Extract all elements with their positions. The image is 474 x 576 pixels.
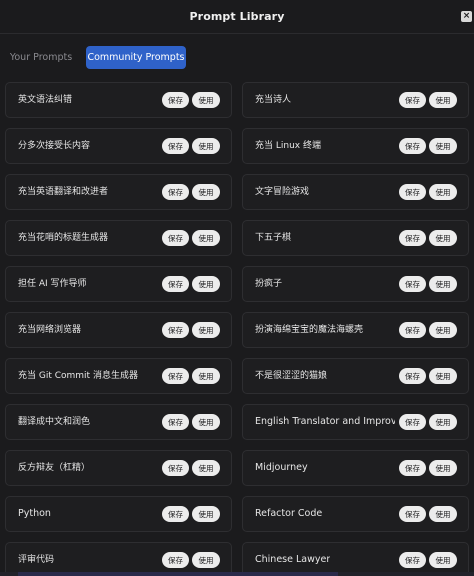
prompt-card[interactable]: Midjourney 保存 使用 xyxy=(242,450,469,486)
prompt-title: 下五子棋 xyxy=(255,233,292,243)
use-button[interactable]: 使用 xyxy=(192,276,220,292)
prompt-title: 扮演海绵宝宝的魔法海螺壳 xyxy=(255,325,364,335)
use-button[interactable]: 使用 xyxy=(429,230,457,246)
prompt-title: 担任 AI 写作导师 xyxy=(18,279,87,289)
prompt-card[interactable]: Chinese Lawyer 保存 使用 xyxy=(242,542,469,576)
save-button[interactable]: 保存 xyxy=(399,184,426,200)
use-button[interactable]: 使用 xyxy=(192,460,220,476)
prompt-card[interactable]: 担任 AI 写作导师 保存 使用 xyxy=(5,266,232,302)
save-button[interactable]: 保存 xyxy=(162,506,189,522)
prompt-title: 充当 Linux 终端 xyxy=(255,141,321,151)
save-button[interactable]: 保存 xyxy=(162,322,189,338)
prompt-card[interactable]: Python 保存 使用 xyxy=(5,496,232,532)
prompt-title: Python xyxy=(18,508,51,519)
prompt-card[interactable]: 扮疯子 保存 使用 xyxy=(242,266,469,302)
prompt-title: 充当英语翻译和改进者 xyxy=(18,187,109,197)
prompt-title: 分多次接受长内容 xyxy=(18,141,91,151)
prompt-title: English Translator and Improver xyxy=(255,416,395,427)
save-button[interactable]: 保存 xyxy=(399,322,426,338)
prompt-card[interactable]: English Translator and Improver 保存 使用 xyxy=(242,404,469,440)
prompt-card[interactable]: 文字冒险游戏 保存 使用 xyxy=(242,174,469,210)
save-button[interactable]: 保存 xyxy=(399,276,426,292)
use-button[interactable]: 使用 xyxy=(429,506,457,522)
save-button[interactable]: 保存 xyxy=(162,460,189,476)
prompt-card[interactable]: 分多次接受长内容 保存 使用 xyxy=(5,128,232,164)
prompt-card[interactable]: 充当花哨的标题生成器 保存 使用 xyxy=(5,220,232,256)
use-button[interactable]: 使用 xyxy=(429,368,457,384)
prompt-title: 充当诗人 xyxy=(255,95,292,105)
prompt-title: 不是很涩涩的猫娘 xyxy=(255,371,328,381)
scrollbar-thumb[interactable] xyxy=(18,572,338,576)
use-button[interactable]: 使用 xyxy=(192,92,220,108)
save-button[interactable]: 保存 xyxy=(162,230,189,246)
prompt-title: 反方辩友（杠精） xyxy=(18,463,91,473)
use-button[interactable]: 使用 xyxy=(429,322,457,338)
prompt-title: Midjourney xyxy=(255,462,308,473)
use-button[interactable]: 使用 xyxy=(192,184,220,200)
prompt-card[interactable]: 翻译成中文和润色 保存 使用 xyxy=(5,404,232,440)
prompt-title: 充当网络浏览器 xyxy=(18,325,82,335)
prompt-title: Refactor Code xyxy=(255,508,323,519)
prompt-title: 英文语法纠错 xyxy=(18,95,73,105)
save-button[interactable]: 保存 xyxy=(162,414,189,430)
save-button[interactable]: 保存 xyxy=(399,506,426,522)
save-button[interactable]: 保存 xyxy=(162,92,189,108)
prompt-title: 充当 Git Commit 消息生成器 xyxy=(18,371,138,381)
prompt-title: 充当花哨的标题生成器 xyxy=(18,233,109,243)
use-button[interactable]: 使用 xyxy=(429,92,457,108)
prompt-card[interactable]: 充当英语翻译和改进者 保存 使用 xyxy=(5,174,232,210)
save-button[interactable]: 保存 xyxy=(162,138,189,154)
save-button[interactable]: 保存 xyxy=(399,92,426,108)
prompt-card[interactable]: 扮演海绵宝宝的魔法海螺壳 保存 使用 xyxy=(242,312,469,348)
prompt-card[interactable]: Refactor Code 保存 使用 xyxy=(242,496,469,532)
use-button[interactable]: 使用 xyxy=(192,552,220,568)
prompt-title: 扮疯子 xyxy=(255,279,283,289)
prompt-card[interactable]: 下五子棋 保存 使用 xyxy=(242,220,469,256)
save-button[interactable]: 保存 xyxy=(162,184,189,200)
prompt-title: 翻译成中文和润色 xyxy=(18,417,91,427)
use-button[interactable]: 使用 xyxy=(429,138,457,154)
save-button[interactable]: 保存 xyxy=(399,230,426,246)
prompt-card[interactable]: 评审代码 保存 使用 xyxy=(5,542,232,576)
prompt-card[interactable]: 反方辩友（杠精） 保存 使用 xyxy=(5,450,232,486)
use-button[interactable]: 使用 xyxy=(429,276,457,292)
horizontal-scrollbar[interactable] xyxy=(0,572,474,576)
save-button[interactable]: 保存 xyxy=(162,552,189,568)
prompt-grid: 英文语法纠错 保存 使用 充当诗人 保存 使用 分多次接受长内容 保存 使用 充当 Linux 终… xyxy=(0,0,474,576)
save-button[interactable]: 保存 xyxy=(399,460,426,476)
prompt-card[interactable]: 充当网络浏览器 保存 使用 xyxy=(5,312,232,348)
save-button[interactable]: 保存 xyxy=(162,276,189,292)
use-button[interactable]: 使用 xyxy=(192,368,220,384)
use-button[interactable]: 使用 xyxy=(192,138,220,154)
save-button[interactable]: 保存 xyxy=(399,552,426,568)
save-button[interactable]: 保存 xyxy=(399,138,426,154)
use-button[interactable]: 使用 xyxy=(429,184,457,200)
save-button[interactable]: 保存 xyxy=(399,368,426,384)
use-button[interactable]: 使用 xyxy=(192,414,220,430)
save-button[interactable]: 保存 xyxy=(399,414,426,430)
prompt-title: 文字冒险游戏 xyxy=(255,187,310,197)
use-button[interactable]: 使用 xyxy=(192,506,220,522)
prompt-card[interactable]: 充当 Linux 终端 保存 使用 xyxy=(242,128,469,164)
prompt-library-dialog: Prompt Library × Your Prompts Community … xyxy=(0,0,474,576)
use-button[interactable]: 使用 xyxy=(192,322,220,338)
use-button[interactable]: 使用 xyxy=(429,552,457,568)
prompt-card[interactable]: 英文语法纠错 保存 使用 xyxy=(5,82,232,118)
prompt-card[interactable]: 充当 Git Commit 消息生成器 保存 使用 xyxy=(5,358,232,394)
use-button[interactable]: 使用 xyxy=(192,230,220,246)
prompt-card[interactable]: 不是很涩涩的猫娘 保存 使用 xyxy=(242,358,469,394)
use-button[interactable]: 使用 xyxy=(429,414,457,430)
use-button[interactable]: 使用 xyxy=(429,460,457,476)
prompt-card[interactable]: 充当诗人 保存 使用 xyxy=(242,82,469,118)
save-button[interactable]: 保存 xyxy=(162,368,189,384)
